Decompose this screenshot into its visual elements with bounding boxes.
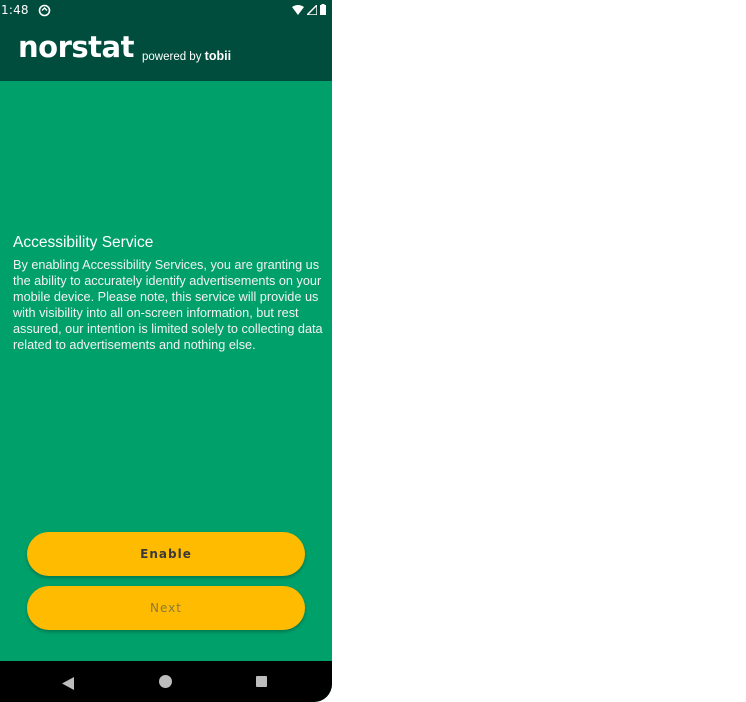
navigation-bar xyxy=(0,661,332,702)
status-time: 1:48 xyxy=(1,3,29,17)
home-icon[interactable] xyxy=(159,675,172,688)
sync-icon xyxy=(38,4,52,18)
enable-button[interactable]: Enable xyxy=(27,532,305,576)
powered-by-prefix: powered by xyxy=(142,51,205,63)
service-description: By enabling Accessibility Services, you … xyxy=(13,258,323,353)
app-header: norstat powered by tobii xyxy=(0,22,332,81)
next-button[interactable]: Next xyxy=(27,586,305,630)
tobii-logo: tobii xyxy=(204,49,232,63)
signal-icon xyxy=(305,3,318,18)
norstat-logo: norstat xyxy=(18,30,134,64)
phone-screen: 1:48 norstat powered by tobii Accessibil… xyxy=(0,0,332,702)
powered-by-label: powered by tobii xyxy=(142,49,231,63)
wifi-icon xyxy=(292,4,304,18)
page-title: Accessibility Service xyxy=(13,234,154,251)
main-content: Accessibility Service By enabling Access… xyxy=(0,81,332,661)
back-icon[interactable] xyxy=(62,675,74,694)
status-icons xyxy=(292,3,326,18)
battery-icon xyxy=(320,4,326,18)
recents-icon[interactable] xyxy=(256,676,267,687)
status-bar: 1:48 xyxy=(0,0,332,22)
